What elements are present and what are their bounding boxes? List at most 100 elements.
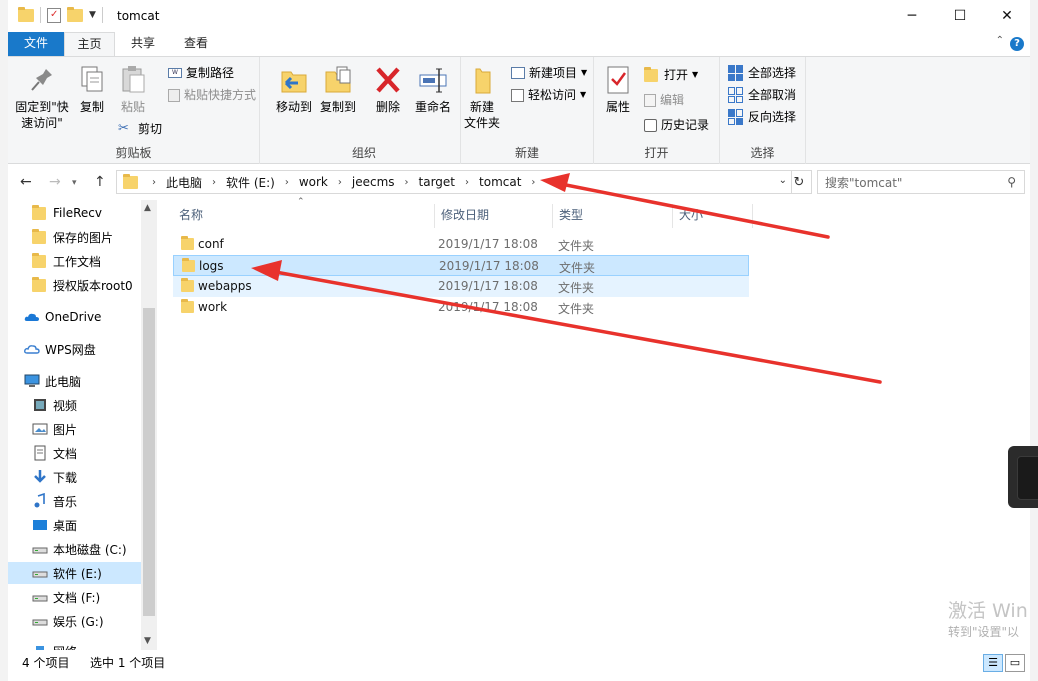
- new-folder-qat-icon[interactable]: [67, 7, 83, 23]
- breadcrumb-tomcat[interactable]: tomcat: [476, 175, 524, 189]
- nav-item[interactable]: WPS网盘: [8, 338, 141, 360]
- address-bar[interactable]: › 此电脑 › 软件 (E:) › work › jeecms › target…: [116, 170, 792, 194]
- breadcrumb-target[interactable]: target: [416, 175, 459, 189]
- file-date: 2019/1/17 18:08: [438, 279, 538, 293]
- cut-button[interactable]: ✂ 剪切: [118, 121, 162, 137]
- column-header-type[interactable]: 类型: [553, 204, 673, 228]
- table-row[interactable]: work 2019/1/17 18:08 文件夹: [173, 297, 749, 318]
- toolbar-separator: [101, 7, 103, 23]
- nav-item[interactable]: 文档 (F:): [8, 586, 141, 608]
- tab-view[interactable]: 查看: [170, 32, 222, 56]
- refresh-icon[interactable]: ↻: [787, 170, 812, 194]
- breadcrumb-separator-icon[interactable]: ›: [278, 177, 296, 188]
- tab-home[interactable]: 主页: [64, 32, 115, 56]
- nav-item[interactable]: OneDrive: [8, 306, 141, 328]
- move-to-icon: [278, 63, 310, 97]
- nav-item[interactable]: 音乐: [8, 490, 141, 512]
- breadcrumb-separator-icon[interactable]: ›: [458, 177, 476, 188]
- history-button[interactable]: 历史记录: [644, 117, 709, 133]
- scrollbar-thumb[interactable]: [143, 308, 155, 616]
- breadcrumb-drive-e[interactable]: 软件 (E:): [223, 174, 278, 191]
- easy-access-button[interactable]: 轻松访问 ▼: [511, 87, 586, 103]
- copy-path-button[interactable]: W 复制路径: [168, 65, 234, 81]
- ribbon-collapse-icon[interactable]: ⌃: [996, 35, 1004, 46]
- nav-item[interactable]: 工作文档: [8, 250, 141, 272]
- help-icon[interactable]: ?: [1010, 37, 1024, 51]
- breadcrumb-work[interactable]: work: [296, 175, 331, 189]
- back-arrow-icon[interactable]: ←: [20, 174, 32, 190]
- cut-label: 剪切: [138, 122, 163, 136]
- properties-button[interactable]: 属性: [600, 63, 636, 115]
- nav-item[interactable]: 桌面: [8, 514, 141, 536]
- column-header-size[interactable]: 大小: [673, 204, 753, 228]
- properties-check-icon[interactable]: ✓: [47, 7, 61, 23]
- nav-item[interactable]: 本地磁盘 (C:): [8, 538, 141, 560]
- minimize-button[interactable]: ─: [890, 0, 934, 32]
- navigation-bar: ← → ▾ ↑ › 此电脑 › 软件 (E:) › work › jeecms …: [8, 165, 1030, 200]
- column-header-date[interactable]: 修改日期: [435, 204, 553, 228]
- nav-pane-scrollbar[interactable]: ▲ ▼: [141, 200, 157, 650]
- table-row[interactable]: conf 2019/1/17 18:08 文件夹: [173, 234, 749, 255]
- scroll-down-arrow-icon[interactable]: ▼: [144, 636, 151, 646]
- table-row[interactable]: webapps 2019/1/17 18:08 文件夹: [173, 276, 749, 297]
- details-view-icon[interactable]: ☰: [983, 654, 1003, 672]
- select-all-button[interactable]: 全部选择: [728, 65, 796, 81]
- maximize-button[interactable]: ☐: [938, 0, 982, 32]
- nav-item[interactable]: FileRecv: [8, 202, 141, 224]
- breadcrumb-separator-icon[interactable]: ›: [145, 177, 163, 188]
- address-dropdown-icon[interactable]: ⌄: [779, 175, 787, 186]
- close-button[interactable]: ✕: [985, 0, 1029, 32]
- copy-to-icon: [322, 63, 354, 97]
- group-organize: 移动到 复制到 删除 重命名 组织: [268, 57, 461, 164]
- pin-quick-access-button[interactable]: 固定到"快 速访问": [14, 63, 70, 131]
- floating-side-widget[interactable]: [1008, 446, 1038, 508]
- select-none-button[interactable]: 全部取消: [728, 87, 796, 103]
- nav-item[interactable]: 娱乐 (G:): [8, 610, 141, 632]
- forward-arrow-icon[interactable]: →: [49, 174, 61, 190]
- edit-button[interactable]: 编辑: [644, 92, 684, 108]
- breadcrumb-jeecms[interactable]: jeecms: [349, 175, 398, 189]
- breadcrumb-separator-icon[interactable]: ›: [331, 177, 349, 188]
- file-type: 文件夹: [558, 239, 595, 253]
- file-name: conf: [198, 237, 224, 251]
- new-folder-button[interactable]: 新建 文件夹: [461, 63, 503, 131]
- nav-item[interactable]: 软件 (E:): [8, 562, 141, 584]
- nav-item[interactable]: 网络: [8, 640, 141, 650]
- nav-item[interactable]: 图片: [8, 418, 141, 440]
- breadcrumb-separator-icon[interactable]: ›: [205, 177, 223, 188]
- music-icon: [32, 492, 48, 509]
- rename-button[interactable]: 重命名: [411, 63, 455, 115]
- clipboard-group-label: 剪贴板: [115, 146, 152, 160]
- nav-item[interactable]: 授权版本root0: [8, 274, 141, 296]
- nav-item-label: 工作文档: [53, 254, 102, 269]
- copy-to-button[interactable]: 复制到: [318, 63, 358, 115]
- breadcrumb-this-pc[interactable]: 此电脑: [163, 174, 205, 191]
- tab-share[interactable]: 共享: [118, 32, 168, 56]
- nav-item[interactable]: 文档: [8, 442, 141, 464]
- tab-file[interactable]: 文件: [8, 32, 64, 56]
- invert-selection-button[interactable]: 反向选择: [728, 109, 796, 125]
- breadcrumb-separator-icon[interactable]: ›: [398, 177, 416, 188]
- breadcrumb-separator-icon[interactable]: ›: [524, 177, 542, 188]
- large-icons-view-icon[interactable]: ▭: [1005, 654, 1025, 672]
- new-folder-label-2: 文件夹: [463, 116, 500, 130]
- paste-button[interactable]: 粘贴: [114, 63, 152, 115]
- copy-button[interactable]: 复制: [74, 63, 110, 115]
- nav-item[interactable]: 视频: [8, 394, 141, 416]
- new-item-button[interactable]: 新建项目 ▼: [511, 65, 587, 81]
- nav-item[interactable]: 下载: [8, 466, 141, 488]
- nav-item[interactable]: 此电脑: [8, 370, 141, 392]
- open-button[interactable]: 打开 ▼: [644, 67, 698, 83]
- scroll-up-arrow-icon[interactable]: ▲: [144, 203, 151, 213]
- move-to-button[interactable]: 移动到: [274, 63, 314, 115]
- table-row[interactable]: logs 2019/1/17 18:08 文件夹: [173, 255, 749, 276]
- customize-qat-icon[interactable]: ▼: [89, 10, 96, 20]
- column-header-name[interactable]: 名称: [173, 204, 435, 228]
- nav-item[interactable]: 保存的图片: [8, 226, 141, 248]
- paste-shortcut-button[interactable]: 粘贴快捷方式: [168, 87, 256, 103]
- pin-icon: [26, 63, 58, 97]
- recent-locations-icon[interactable]: ▾: [72, 178, 77, 188]
- up-arrow-icon[interactable]: ↑: [94, 174, 106, 190]
- delete-button[interactable]: 删除: [370, 63, 406, 115]
- search-input[interactable]: 搜索"tomcat" ⚲: [817, 170, 1025, 194]
